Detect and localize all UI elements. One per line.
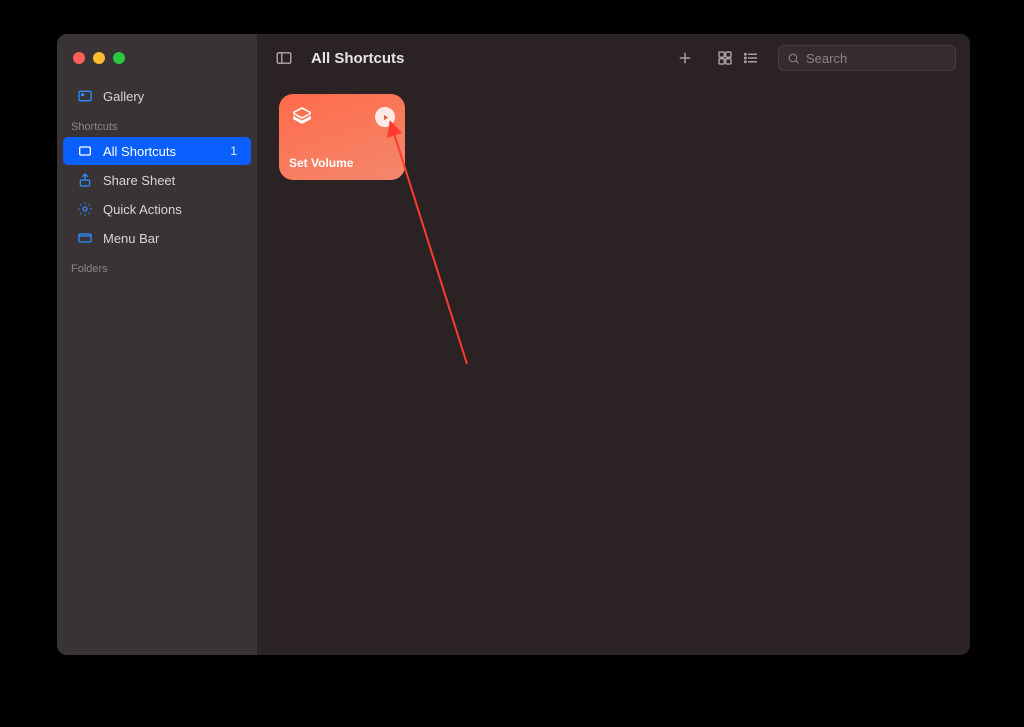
page-title: All Shortcuts: [311, 50, 404, 67]
sidebar-section-shortcuts: Shortcuts: [57, 111, 257, 137]
share-sheet-icon: [77, 172, 93, 188]
shortcut-tile[interactable]: Set Volume: [279, 94, 405, 180]
shortcut-tile-title: Set Volume: [289, 156, 395, 170]
list-view-button[interactable]: [738, 45, 764, 71]
grid-view-button[interactable]: [712, 45, 738, 71]
add-shortcut-button[interactable]: [672, 45, 698, 71]
shortcut-app-icon: [289, 104, 315, 130]
view-toggle-group: [712, 45, 764, 71]
toggle-sidebar-button[interactable]: [271, 45, 297, 71]
sidebar: Gallery Shortcuts All Shortcuts 1 Share …: [57, 34, 257, 655]
run-shortcut-button[interactable]: [375, 107, 395, 127]
window-controls: [57, 52, 257, 82]
search-field[interactable]: [778, 45, 956, 71]
window-fullscreen-button[interactable]: [113, 52, 125, 64]
content-area: Set Volume: [257, 82, 970, 655]
sidebar-item-label: Gallery: [103, 89, 144, 104]
quick-actions-icon: [77, 201, 93, 217]
sidebar-item-label: Menu Bar: [103, 231, 159, 246]
sidebar-item-quick-actions[interactable]: Quick Actions: [63, 195, 251, 223]
sidebar-section-folders: Folders: [57, 253, 257, 279]
sidebar-item-gallery[interactable]: Gallery: [63, 82, 251, 110]
sidebar-item-all-shortcuts[interactable]: All Shortcuts 1: [63, 137, 251, 165]
sidebar-item-label: Quick Actions: [103, 202, 182, 217]
sidebar-item-label: Share Sheet: [103, 173, 175, 188]
main-area: All Shortcuts: [257, 34, 970, 655]
sidebar-item-share-sheet[interactable]: Share Sheet: [63, 166, 251, 194]
search-icon: [787, 52, 800, 65]
sidebar-item-count: 1: [230, 144, 237, 158]
window-minimize-button[interactable]: [93, 52, 105, 64]
app-window: Gallery Shortcuts All Shortcuts 1 Share …: [57, 34, 970, 655]
gallery-icon: [77, 88, 93, 104]
menu-bar-icon: [77, 230, 93, 246]
all-shortcuts-icon: [77, 143, 93, 159]
sidebar-item-menu-bar[interactable]: Menu Bar: [63, 224, 251, 252]
window-close-button[interactable]: [73, 52, 85, 64]
sidebar-item-label: All Shortcuts: [103, 144, 176, 159]
toolbar: All Shortcuts: [257, 34, 970, 82]
search-input[interactable]: [806, 51, 970, 66]
